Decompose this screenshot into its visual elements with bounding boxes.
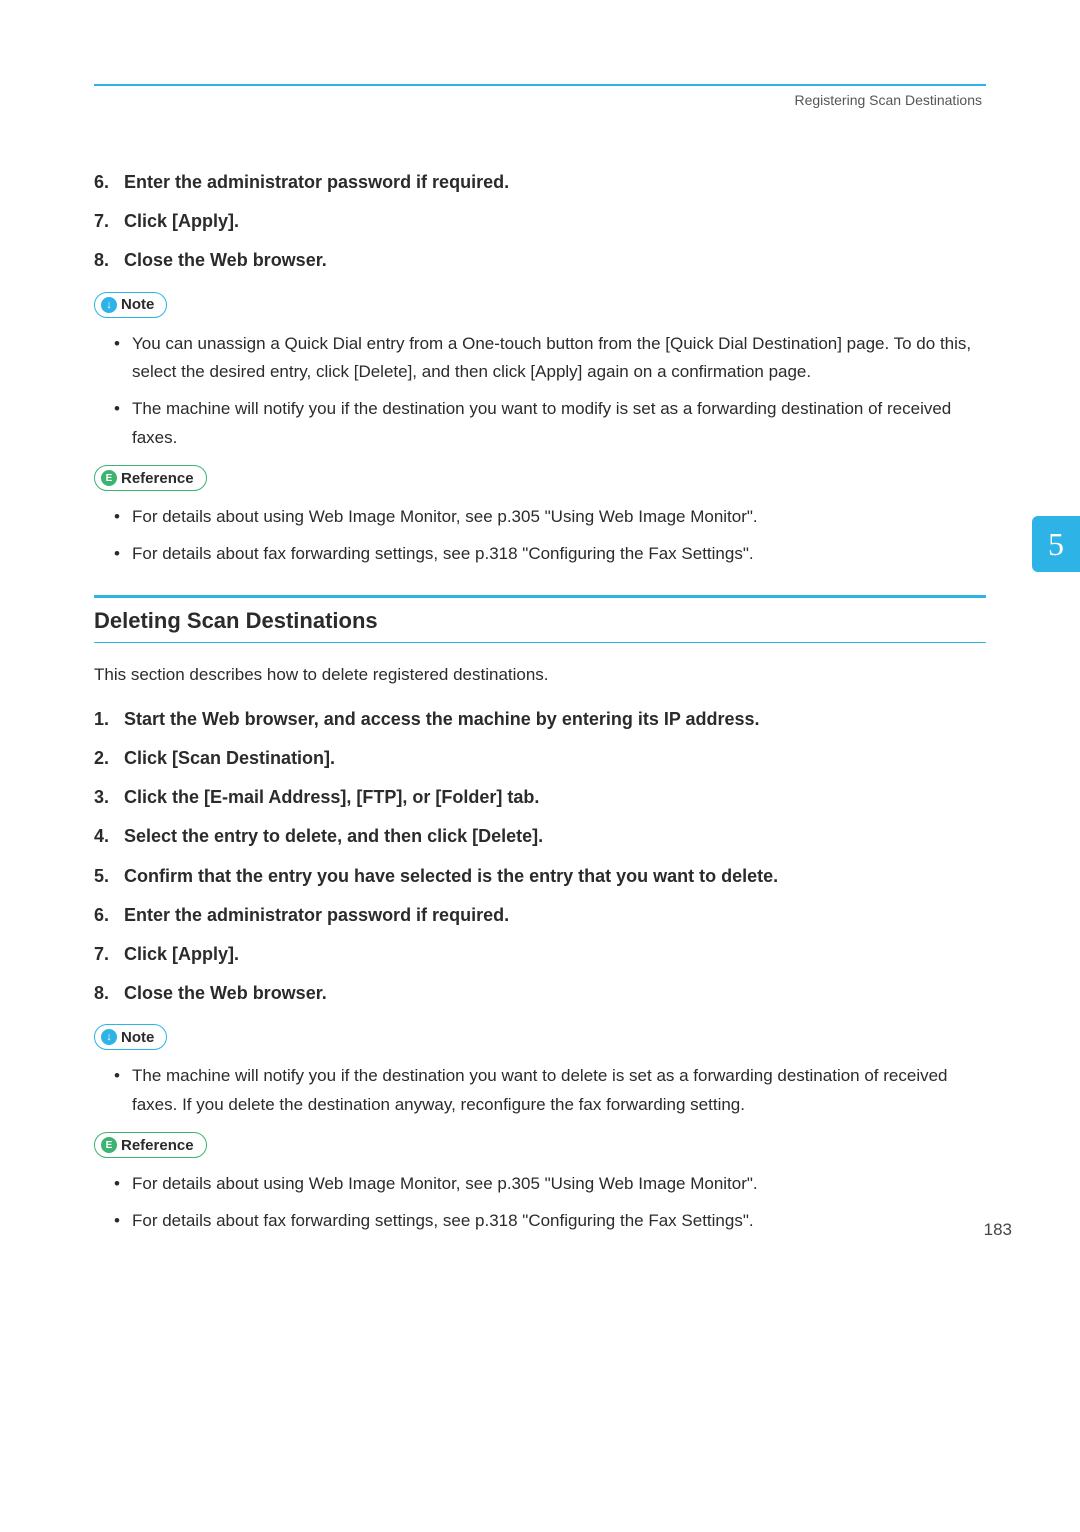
body-content: 6. Enter the administrator password if r… xyxy=(70,170,1010,1236)
step-item: 8. Close the Web browser. xyxy=(94,981,986,1006)
reference-bullets: For details about using Web Image Monito… xyxy=(94,1170,986,1236)
step-number: 8. xyxy=(94,248,124,273)
heading-rule-top xyxy=(94,595,986,598)
step-list-a: 6. Enter the administrator password if r… xyxy=(94,170,986,274)
bullet-item: For details about using Web Image Monito… xyxy=(114,1170,986,1199)
reference-label: Reference xyxy=(121,470,194,487)
note-bullets: You can unassign a Quick Dial entry from… xyxy=(94,330,986,454)
step-text: Enter the administrator password if requ… xyxy=(124,170,509,195)
note-label: Note xyxy=(121,1029,154,1046)
down-arrow-icon: ↓ xyxy=(101,297,117,313)
step-text: Close the Web browser. xyxy=(124,248,327,273)
step-text: Confirm that the entry you have selected… xyxy=(124,864,778,889)
chapter-number: 5 xyxy=(1048,526,1064,563)
heading-rule-bottom xyxy=(94,642,986,643)
header-rule xyxy=(94,84,986,86)
reference-callout: E Reference xyxy=(94,1132,207,1158)
step-number: 7. xyxy=(94,209,124,234)
step-text: Close the Web browser. xyxy=(124,981,327,1006)
step-item: 6. Enter the administrator password if r… xyxy=(94,170,986,195)
step-item: 7. Click [Apply]. xyxy=(94,942,986,967)
reference-icon: E xyxy=(101,470,117,486)
section-intro: This section describes how to delete reg… xyxy=(94,665,986,685)
step-number: 4. xyxy=(94,824,124,849)
step-number: 6. xyxy=(94,903,124,928)
page-number: 183 xyxy=(984,1220,1012,1240)
section-heading-block: Deleting Scan Destinations xyxy=(94,595,986,643)
step-item: 6. Enter the administrator password if r… xyxy=(94,903,986,928)
step-text: Click [Scan Destination]. xyxy=(124,746,335,771)
page-content: Registering Scan Destinations 6. Enter t… xyxy=(0,0,1080,1284)
step-text: Select the entry to delete, and then cli… xyxy=(124,824,543,849)
bullet-item: For details about using Web Image Monito… xyxy=(114,503,986,532)
step-number: 7. xyxy=(94,942,124,967)
step-number: 5. xyxy=(94,864,124,889)
note-callout: ↓ Note xyxy=(94,292,167,318)
bullet-item: For details about fax forwarding setting… xyxy=(114,1207,986,1236)
reference-label: Reference xyxy=(121,1137,194,1154)
down-arrow-icon: ↓ xyxy=(101,1029,117,1045)
step-item: 8. Close the Web browser. xyxy=(94,248,986,273)
reference-bullets: For details about using Web Image Monito… xyxy=(94,503,986,569)
bullet-item: For details about fax forwarding setting… xyxy=(114,540,986,569)
step-number: 6. xyxy=(94,170,124,195)
chapter-tab: 5 xyxy=(1032,516,1080,572)
bullet-item: The machine will notify you if the desti… xyxy=(114,395,986,453)
step-number: 3. xyxy=(94,785,124,810)
step-number: 2. xyxy=(94,746,124,771)
step-number: 8. xyxy=(94,981,124,1006)
step-text: Enter the administrator password if requ… xyxy=(124,903,509,928)
step-item: 2. Click [Scan Destination]. xyxy=(94,746,986,771)
note-label: Note xyxy=(121,296,154,313)
reference-icon: E xyxy=(101,1137,117,1153)
step-text: Click [Apply]. xyxy=(124,209,239,234)
running-header: Registering Scan Destinations xyxy=(70,92,1010,108)
bullet-item: You can unassign a Quick Dial entry from… xyxy=(114,330,986,388)
step-text: Click the [E-mail Address], [FTP], or [F… xyxy=(124,785,539,810)
step-item: 5. Confirm that the entry you have selec… xyxy=(94,864,986,889)
note-bullets: The machine will notify you if the desti… xyxy=(94,1062,986,1120)
step-item: 3. Click the [E-mail Address], [FTP], or… xyxy=(94,785,986,810)
section-heading: Deleting Scan Destinations xyxy=(94,608,986,634)
step-text: Click [Apply]. xyxy=(124,942,239,967)
step-item: 7. Click [Apply]. xyxy=(94,209,986,234)
step-list-b: 1. Start the Web browser, and access the… xyxy=(94,707,986,1007)
step-number: 1. xyxy=(94,707,124,732)
step-item: 1. Start the Web browser, and access the… xyxy=(94,707,986,732)
step-text: Start the Web browser, and access the ma… xyxy=(124,707,760,732)
reference-callout: E Reference xyxy=(94,465,207,491)
step-item: 4. Select the entry to delete, and then … xyxy=(94,824,986,849)
bullet-item: The machine will notify you if the desti… xyxy=(114,1062,986,1120)
note-callout: ↓ Note xyxy=(94,1024,167,1050)
